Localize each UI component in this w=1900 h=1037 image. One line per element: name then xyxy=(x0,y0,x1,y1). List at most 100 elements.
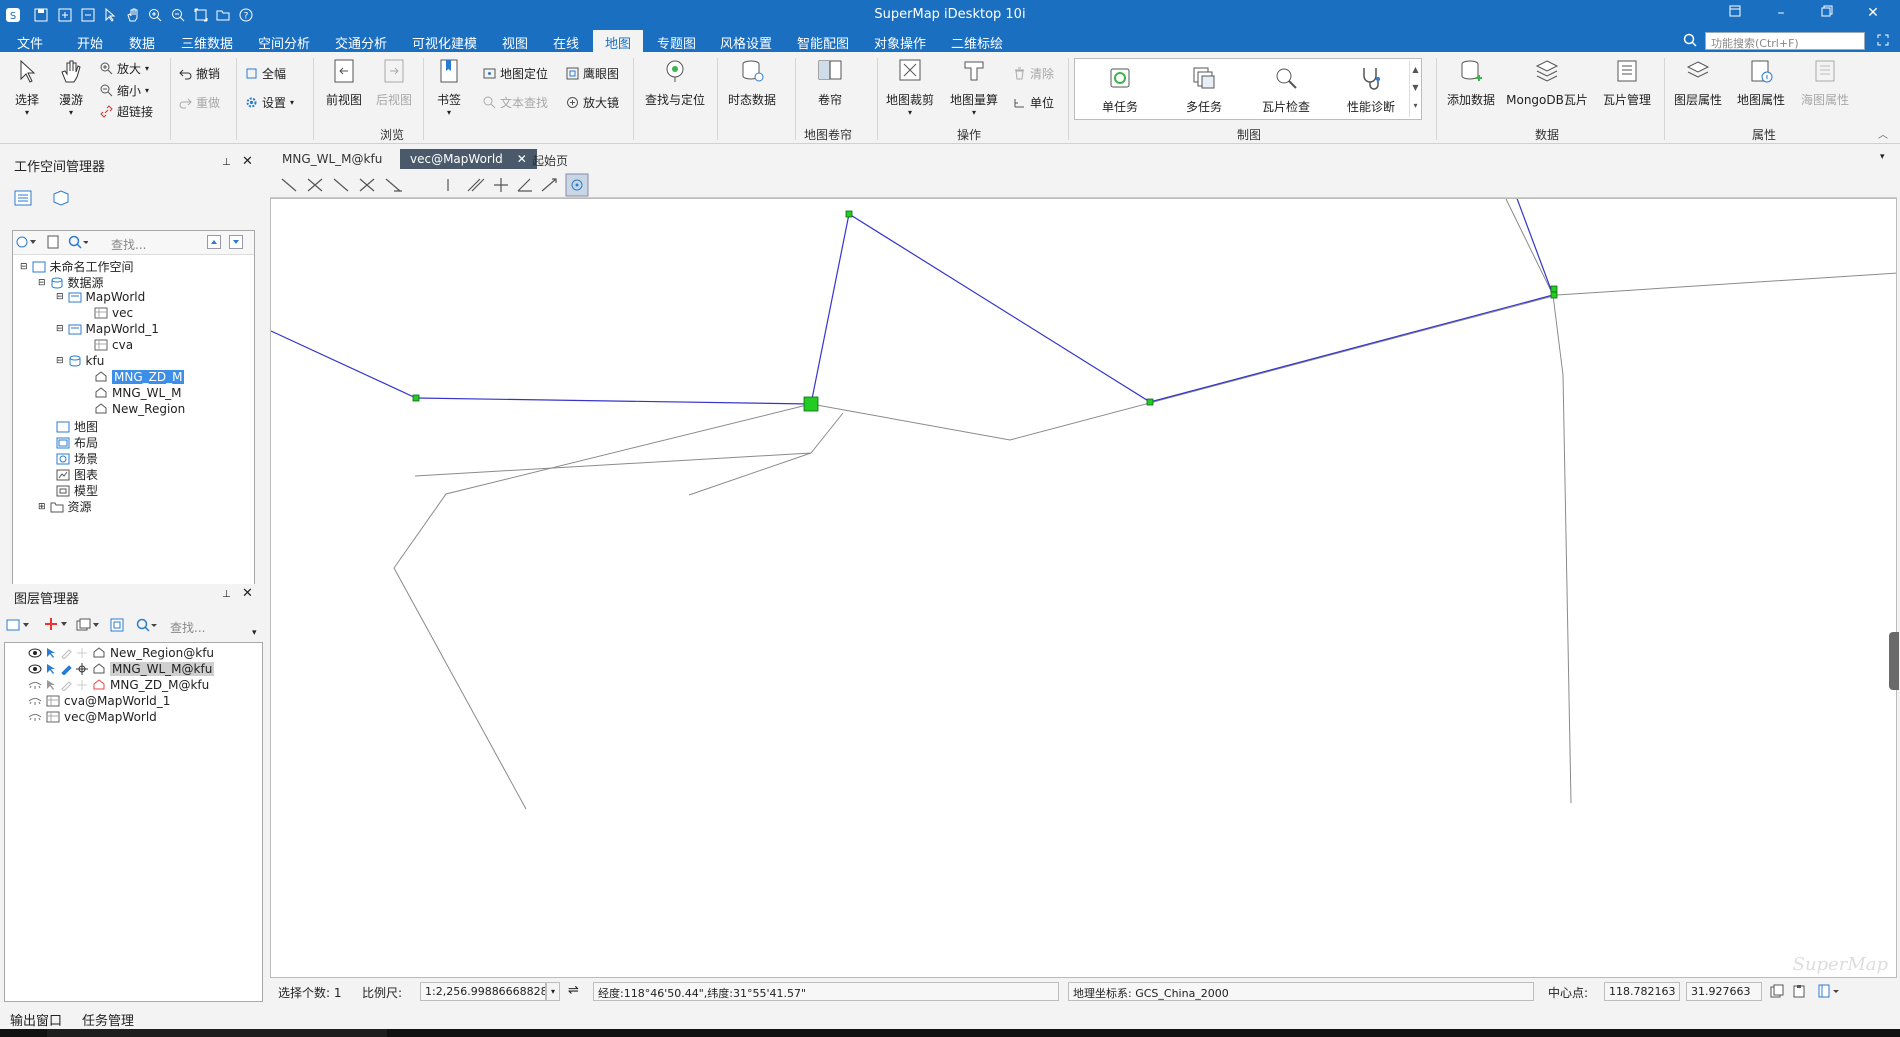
help-icon[interactable]: ? xyxy=(237,6,255,24)
scale-dropdown[interactable]: ▾ xyxy=(546,982,560,1001)
tree-resources[interactable]: ⊞ 资源 xyxy=(38,498,92,515)
menu-start[interactable]: 开始 xyxy=(77,33,103,52)
full-extent-button[interactable]: 全幅 xyxy=(245,65,286,82)
close-panel-button[interactable]: ✕ xyxy=(242,586,253,601)
hidden-eye-icon[interactable] xyxy=(28,680,42,690)
new-window-icon[interactable] xyxy=(56,6,74,24)
pin-icon[interactable]: ⊥ xyxy=(222,157,231,168)
pan-hand-icon[interactable] xyxy=(124,6,142,24)
maximize-button[interactable] xyxy=(1812,5,1842,25)
redo-button[interactable]: 重做 xyxy=(179,94,220,111)
layer-row[interactable]: MNG_WL_M@kfu xyxy=(28,662,215,676)
open-datasource-icon[interactable] xyxy=(16,236,36,251)
close-button[interactable]: ✕ xyxy=(1858,5,1888,25)
prev-view-button[interactable]: 前视图 xyxy=(322,58,366,108)
menu-view[interactable]: 视图 xyxy=(502,33,528,52)
visible-eye-icon[interactable] xyxy=(28,664,42,674)
text-search-button[interactable]: 文本查找 xyxy=(483,94,548,111)
map-measure-button[interactable]: 地图量算 ▾ xyxy=(946,58,1002,117)
resource-tab-icon[interactable] xyxy=(52,190,70,209)
swap-icon[interactable]: ⇌ xyxy=(568,983,579,998)
undo-button[interactable]: 撤销 xyxy=(179,65,220,82)
zoom-in-button[interactable]: 放大 ▾ xyxy=(100,60,149,77)
layer-search-input[interactable]: 查找... xyxy=(170,619,205,636)
selectable-arrow-icon[interactable] xyxy=(46,663,56,675)
close-panel-button[interactable]: ✕ xyxy=(242,154,253,169)
minimize-button[interactable]: – xyxy=(1766,5,1796,25)
temporal-data-button[interactable]: 时态数据 xyxy=(724,58,780,108)
bookmark-button[interactable]: 书签 ▾ xyxy=(432,58,466,117)
single-task-button[interactable]: 单任务 xyxy=(1085,65,1155,115)
eagle-eye-button[interactable]: 鹰眼图 xyxy=(566,65,619,82)
layer-toolbar-overflow[interactable]: ▾ xyxy=(252,628,257,638)
paste-icon[interactable] xyxy=(1792,984,1806,1001)
taskbar-item[interactable] xyxy=(47,1029,387,1037)
swipe-button[interactable]: 卷帘 xyxy=(812,58,848,108)
side-drawer-handle[interactable] xyxy=(1889,632,1899,690)
layer-row[interactable]: vec@MapWorld xyxy=(28,710,157,724)
tab-start-page[interactable]: 起始页 xyxy=(522,149,578,169)
tile-check-button[interactable]: 瓦片检查 xyxy=(1251,65,1321,115)
layer-find-icon[interactable] xyxy=(136,618,158,635)
layer-row[interactable]: cva@MapWorld_1 xyxy=(28,694,170,708)
hyperlink-button[interactable]: 超链接 xyxy=(100,103,153,120)
snap-disabled-icon[interactable] xyxy=(76,679,88,691)
map-locate-button[interactable]: 地图定位 xyxy=(483,65,548,82)
tree-cva[interactable]: cva xyxy=(94,338,133,352)
snap-disabled-icon[interactable] xyxy=(76,647,88,659)
hidden-eye-icon[interactable] xyxy=(28,696,42,706)
move-up-icon[interactable] xyxy=(207,235,221,252)
tab-vec-mapworld[interactable]: vec@MapWorld ✕ xyxy=(400,149,537,169)
workspace-tab-icon[interactable] xyxy=(14,190,32,209)
tree-datasources[interactable]: ⊟ 数据源 xyxy=(38,274,104,291)
menu-spatial-analysis[interactable]: 空间分析 xyxy=(258,33,310,52)
pan-button[interactable]: 漫游 ▾ xyxy=(54,58,88,117)
new-file-icon[interactable] xyxy=(47,235,59,252)
tree-models[interactable]: 模型 xyxy=(56,482,98,499)
find-icon[interactable] xyxy=(68,235,89,252)
layout-menu-icon[interactable] xyxy=(1818,984,1840,1001)
menu-file[interactable]: 文件 xyxy=(17,33,43,52)
layer-group-icon[interactable] xyxy=(76,618,100,635)
pin-icon[interactable]: ⊥ xyxy=(222,589,231,600)
tree-mng-wl[interactable]: MNG_WL_M xyxy=(94,386,182,400)
selectable-arrow-icon[interactable] xyxy=(46,647,56,659)
menu-2d-plotting[interactable]: 二维标绘 xyxy=(951,33,1003,52)
center-y-input[interactable]: 31.927663 xyxy=(1686,982,1762,1001)
layer-props-small-icon[interactable] xyxy=(110,618,124,635)
tree-mapworld1[interactable]: ⊟ MapWorld_1 xyxy=(56,322,159,336)
perf-diag-button[interactable]: 性能诊断 xyxy=(1333,65,1409,115)
tab-task-manager[interactable]: 任务管理 xyxy=(82,1010,134,1029)
unit-button[interactable]: 单位 xyxy=(1013,94,1054,111)
edit-disabled-icon[interactable] xyxy=(60,679,72,691)
next-view-button[interactable]: 后视图 xyxy=(372,58,416,108)
tab-output-window[interactable]: 输出窗口 xyxy=(10,1010,62,1029)
map-props-button[interactable]: 地图属性 xyxy=(1733,58,1789,108)
expand-icon[interactable] xyxy=(1876,33,1890,50)
find-locate-button[interactable]: 查找与定位 xyxy=(640,58,710,108)
full-extent-icon[interactable] xyxy=(192,6,210,24)
visible-eye-icon[interactable] xyxy=(28,648,42,658)
menu-online[interactable]: 在线 xyxy=(553,33,579,52)
mongodb-tiles-button[interactable]: MongoDB瓦片 xyxy=(1505,58,1589,108)
menu-3d-data[interactable]: 三维数据 xyxy=(181,33,233,52)
function-search-input[interactable]: 功能搜索(Ctrl+F) xyxy=(1705,32,1865,50)
layer-props-button[interactable]: 图层属性 xyxy=(1670,58,1726,108)
menu-visual-modeling[interactable]: 可视化建模 xyxy=(412,33,477,52)
select-button[interactable]: 选择 ▾ xyxy=(10,58,44,117)
selectable-arrow-icon[interactable] xyxy=(46,679,56,691)
tree-scenes[interactable]: 场景 xyxy=(56,450,98,467)
hidden-eye-icon[interactable] xyxy=(28,712,42,722)
tree-mng-zd[interactable]: MNG_ZD_M xyxy=(94,370,185,384)
scale-input[interactable]: 1:2,256.99886668828 xyxy=(420,982,546,1001)
edit-enabled-icon[interactable] xyxy=(60,663,72,675)
menu-data[interactable]: 数据 xyxy=(129,33,155,52)
layer-row[interactable]: MNG_ZD_M@kfu xyxy=(28,678,209,692)
pointer-icon[interactable] xyxy=(101,6,119,24)
tile-manage-button[interactable]: 瓦片管理 xyxy=(1597,58,1657,108)
chart-props-button[interactable]: 海图属性 xyxy=(1797,58,1853,108)
menu-smart-mapping[interactable]: 智能配图 xyxy=(797,33,849,52)
tree-layouts[interactable]: 布局 xyxy=(56,434,98,451)
map-canvas[interactable] xyxy=(271,199,1897,978)
edit-disabled-icon[interactable] xyxy=(60,647,72,659)
